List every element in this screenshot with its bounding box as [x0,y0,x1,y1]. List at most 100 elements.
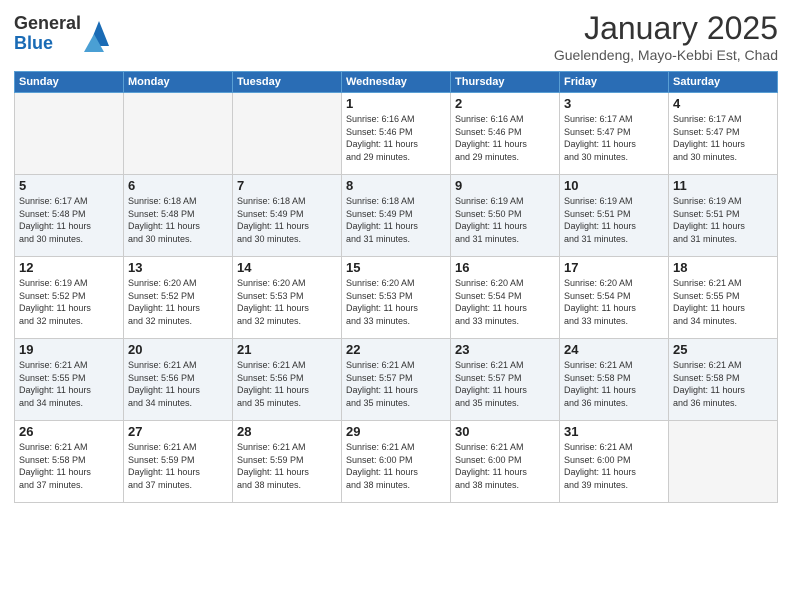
day-number: 24 [564,342,664,357]
calendar-cell: 12 Sunrise: 6:19 AM Sunset: 5:52 PM Dayli… [15,257,124,339]
calendar-cell: 4 Sunrise: 6:17 AM Sunset: 5:47 PM Daylig… [669,93,778,175]
day-info: Sunrise: 6:21 AM Sunset: 5:55 PM Dayligh… [19,359,119,409]
day-number: 16 [455,260,555,275]
calendar-cell: 1 Sunrise: 6:16 AM Sunset: 5:46 PM Daylig… [342,93,451,175]
day-info: Sunrise: 6:18 AM Sunset: 5:49 PM Dayligh… [346,195,446,245]
calendar-cell: 27 Sunrise: 6:21 AM Sunset: 5:59 PM Dayli… [124,421,233,503]
calendar-cell [233,93,342,175]
day-number: 25 [673,342,773,357]
day-info: Sunrise: 6:19 AM Sunset: 5:51 PM Dayligh… [564,195,664,245]
day-number: 8 [346,178,446,193]
header: General Blue January 2025 Guelendeng, Ma… [14,10,778,63]
calendar-cell [124,93,233,175]
day-number: 10 [564,178,664,193]
day-number: 14 [237,260,337,275]
calendar-cell: 8 Sunrise: 6:18 AM Sunset: 5:49 PM Daylig… [342,175,451,257]
weekday-header-thursday: Thursday [451,72,560,93]
logo: General Blue [14,14,114,54]
logo-icon [84,16,114,52]
day-info: Sunrise: 6:20 AM Sunset: 5:54 PM Dayligh… [455,277,555,327]
calendar-cell [669,421,778,503]
day-info: Sunrise: 6:21 AM Sunset: 6:00 PM Dayligh… [455,441,555,491]
day-info: Sunrise: 6:19 AM Sunset: 5:50 PM Dayligh… [455,195,555,245]
day-number: 9 [455,178,555,193]
day-info: Sunrise: 6:21 AM Sunset: 6:00 PM Dayligh… [346,441,446,491]
calendar-cell: 11 Sunrise: 6:19 AM Sunset: 5:51 PM Dayli… [669,175,778,257]
day-number: 15 [346,260,446,275]
location: Guelendeng, Mayo-Kebbi Est, Chad [554,47,778,63]
week-row-1: 1 Sunrise: 6:16 AM Sunset: 5:46 PM Daylig… [15,93,778,175]
calendar-cell: 20Sunrise: 6:21 AM Sunset: 5:56 PM Dayli… [124,339,233,421]
day-info: Sunrise: 6:17 AM Sunset: 5:48 PM Dayligh… [19,195,119,245]
day-number: 13 [128,260,228,275]
day-info: Sunrise: 6:20 AM Sunset: 5:54 PM Dayligh… [564,277,664,327]
day-number: 23 [455,342,555,357]
weekday-header-tuesday: Tuesday [233,72,342,93]
day-number: 5 [19,178,119,193]
day-info: Sunrise: 6:16 AM Sunset: 5:46 PM Dayligh… [346,113,446,163]
day-info: Sunrise: 6:21 AM Sunset: 5:59 PM Dayligh… [237,441,337,491]
day-info: Sunrise: 6:17 AM Sunset: 5:47 PM Dayligh… [673,113,773,163]
calendar-cell: 18Sunrise: 6:21 AM Sunset: 5:55 PM Dayli… [669,257,778,339]
calendar-table: SundayMondayTuesdayWednesdayThursdayFrid… [14,71,778,503]
calendar-cell: 22Sunrise: 6:21 AM Sunset: 5:57 PM Dayli… [342,339,451,421]
day-info: Sunrise: 6:21 AM Sunset: 5:58 PM Dayligh… [19,441,119,491]
calendar-cell: 17Sunrise: 6:20 AM Sunset: 5:54 PM Dayli… [560,257,669,339]
logo-general: General [14,14,81,34]
page: General Blue January 2025 Guelendeng, Ma… [0,0,792,612]
calendar-cell [15,93,124,175]
week-row-3: 12 Sunrise: 6:19 AM Sunset: 5:52 PM Dayli… [15,257,778,339]
day-info: Sunrise: 6:18 AM Sunset: 5:48 PM Dayligh… [128,195,228,245]
weekday-header-wednesday: Wednesday [342,72,451,93]
weekday-header-sunday: Sunday [15,72,124,93]
day-info: Sunrise: 6:21 AM Sunset: 5:59 PM Dayligh… [128,441,228,491]
day-info: Sunrise: 6:21 AM Sunset: 5:57 PM Dayligh… [455,359,555,409]
day-number: 30 [455,424,555,439]
calendar-cell: 28Sunrise: 6:21 AM Sunset: 5:59 PM Dayli… [233,421,342,503]
day-number: 12 [19,260,119,275]
day-number: 31 [564,424,664,439]
calendar-cell: 9 Sunrise: 6:19 AM Sunset: 5:50 PM Daylig… [451,175,560,257]
calendar-cell: 21 Sunrise: 6:21 AM Sunset: 5:56 PM Dayli… [233,339,342,421]
month-title: January 2025 [554,10,778,47]
week-row-5: 26 Sunrise: 6:21 AM Sunset: 5:58 PM Dayli… [15,421,778,503]
day-info: Sunrise: 6:21 AM Sunset: 5:56 PM Dayligh… [237,359,337,409]
calendar-cell: 31Sunrise: 6:21 AM Sunset: 6:00 PM Dayli… [560,421,669,503]
day-number: 27 [128,424,228,439]
calendar-cell: 14 Sunrise: 6:20 AM Sunset: 5:53 PM Dayli… [233,257,342,339]
week-row-4: 19Sunrise: 6:21 AM Sunset: 5:55 PM Dayli… [15,339,778,421]
calendar-cell: 23 Sunrise: 6:21 AM Sunset: 5:57 PM Dayli… [451,339,560,421]
title-block: January 2025 Guelendeng, Mayo-Kebbi Est,… [554,10,778,63]
day-number: 26 [19,424,119,439]
calendar-cell: 10 Sunrise: 6:19 AM Sunset: 5:51 PM Dayli… [560,175,669,257]
day-info: Sunrise: 6:18 AM Sunset: 5:49 PM Dayligh… [237,195,337,245]
day-info: Sunrise: 6:20 AM Sunset: 5:52 PM Dayligh… [128,277,228,327]
logo-blue: Blue [14,34,81,54]
calendar-cell: 16 Sunrise: 6:20 AM Sunset: 5:54 PM Dayli… [451,257,560,339]
day-info: Sunrise: 6:21 AM Sunset: 5:55 PM Dayligh… [673,277,773,327]
calendar-cell: 30 Sunrise: 6:21 AM Sunset: 6:00 PM Dayli… [451,421,560,503]
day-number: 6 [128,178,228,193]
weekday-header-friday: Friday [560,72,669,93]
day-info: Sunrise: 6:21 AM Sunset: 5:56 PM Dayligh… [128,359,228,409]
day-number: 4 [673,96,773,111]
day-number: 2 [455,96,555,111]
day-info: Sunrise: 6:19 AM Sunset: 5:51 PM Dayligh… [673,195,773,245]
day-info: Sunrise: 6:21 AM Sunset: 5:57 PM Dayligh… [346,359,446,409]
day-info: Sunrise: 6:17 AM Sunset: 5:47 PM Dayligh… [564,113,664,163]
calendar-cell: 19Sunrise: 6:21 AM Sunset: 5:55 PM Dayli… [15,339,124,421]
day-info: Sunrise: 6:19 AM Sunset: 5:52 PM Dayligh… [19,277,119,327]
day-number: 1 [346,96,446,111]
calendar-cell: 5 Sunrise: 6:17 AM Sunset: 5:48 PM Daylig… [15,175,124,257]
logo-text: General Blue [14,14,81,54]
day-info: Sunrise: 6:20 AM Sunset: 5:53 PM Dayligh… [237,277,337,327]
week-row-2: 5 Sunrise: 6:17 AM Sunset: 5:48 PM Daylig… [15,175,778,257]
day-number: 21 [237,342,337,357]
calendar-cell: 26 Sunrise: 6:21 AM Sunset: 5:58 PM Dayli… [15,421,124,503]
calendar-cell: 6 Sunrise: 6:18 AM Sunset: 5:48 PM Daylig… [124,175,233,257]
calendar-cell: 13 Sunrise: 6:20 AM Sunset: 5:52 PM Dayli… [124,257,233,339]
calendar-cell: 7Sunrise: 6:18 AM Sunset: 5:49 PM Daylig… [233,175,342,257]
calendar-cell: 2Sunrise: 6:16 AM Sunset: 5:46 PM Daylig… [451,93,560,175]
day-info: Sunrise: 6:21 AM Sunset: 5:58 PM Dayligh… [673,359,773,409]
day-number: 11 [673,178,773,193]
